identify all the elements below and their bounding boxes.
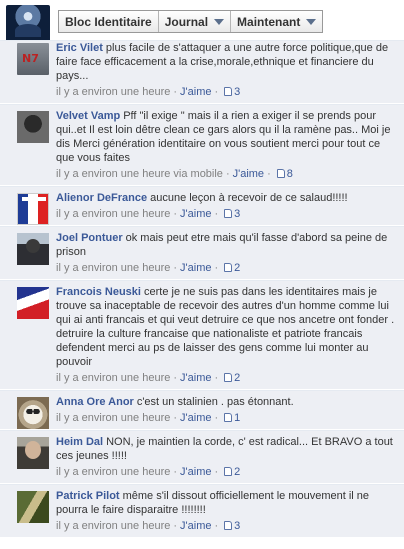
camouflage-icon[interactable] [17, 491, 49, 523]
comment-time[interactable]: il y a environ une heure via mobile [56, 168, 223, 180]
portrait-icon[interactable] [17, 437, 49, 469]
comment-time[interactable]: il y a environ une heure [56, 372, 170, 384]
comment-body: Joel Pontuer ok mais peut etre mais qu'il… [56, 231, 396, 259]
comment-body: Heim Dal NON, je maintien la corde, c' es… [56, 435, 396, 463]
comment-list: Eric Viletplus facile de s'attaquer a un… [0, 40, 404, 538]
thumbs-up-icon [224, 263, 233, 272]
comment-body: Velvet Vamp Pff "il exige " mais il a rie… [56, 109, 396, 165]
comment-time[interactable]: il y a environ une heure [56, 208, 170, 220]
like-link[interactable]: J'aime [180, 520, 211, 532]
comment-author[interactable]: Alienor DeFrance [56, 192, 147, 204]
comment-time[interactable]: il y a environ une heure [56, 86, 170, 98]
page-header: Bloc Identitaire Journal Maintenant [0, 0, 404, 44]
comment-item: Eric Viletplus facile de s'attaquer a un… [0, 40, 404, 104]
comment-author[interactable]: Heim Dal [56, 436, 103, 448]
comment-time[interactable]: il y a environ une heure [56, 262, 170, 274]
comment-item: Joel Pontuer ok mais peut etre mais qu'il… [0, 226, 404, 280]
comment-meta: il y a environ une heure · J'aime · 3 [56, 520, 241, 532]
comment-text: NON, je maintien la corde, c' est radica… [56, 436, 393, 462]
like-count[interactable]: 2 [224, 372, 240, 384]
chevron-down-icon [306, 18, 317, 25]
page-profile-picture[interactable] [6, 5, 50, 43]
owl-icon[interactable] [17, 397, 49, 429]
like-count[interactable]: 8 [276, 168, 293, 180]
comment-text: certe je ne suis pas dans les identitair… [56, 286, 395, 368]
comment-meta: il y a environ une heure · J'aime · 3 [56, 86, 241, 98]
comment-time[interactable]: il y a environ une heure [56, 466, 170, 478]
thumbs-up-icon [224, 373, 233, 382]
comment-meta: il y a environ une heure · J'aime · 2 [56, 466, 241, 478]
like-count[interactable]: 2 [224, 262, 240, 274]
like-link[interactable]: J'aime [180, 412, 211, 424]
like-count[interactable]: 3 [224, 208, 240, 220]
n7-icon[interactable] [17, 43, 49, 75]
comment-meta: il y a environ une heure · J'aime · 2 [56, 372, 241, 384]
thumbs-up-icon [224, 209, 233, 218]
comment-author[interactable]: Francois Neuski [56, 286, 141, 298]
like-link[interactable]: J'aime [180, 466, 211, 478]
comment-author[interactable]: Patrick Pilot [56, 490, 120, 502]
comment-author[interactable]: Joel Pontuer [56, 232, 123, 244]
like-link[interactable]: J'aime [180, 262, 211, 274]
chevron-down-icon [214, 18, 225, 25]
comment-body: Patrick Pilot même s'il dissout officiell… [56, 489, 396, 517]
nav-maintenant-dropdown[interactable]: Maintenant [231, 11, 322, 32]
comment-body: Francois Neuski certe je ne suis pas dans… [56, 285, 396, 369]
comment-text: c'est un stalinien . pas étonnant. [136, 396, 294, 408]
comment-text: plus facile de s'attaquer a une autre fo… [56, 42, 389, 82]
nav-page-name[interactable]: Bloc Identitaire [59, 11, 159, 32]
like-link[interactable]: J'aime [180, 208, 211, 220]
comment-text: aucune leçon à recevoir de ce salaud!!!!… [150, 192, 348, 204]
comment-author[interactable]: Eric Vilet [56, 42, 103, 54]
comment-meta: il y a environ une heure · J'aime · 1 [56, 412, 241, 424]
like-link[interactable]: J'aime [180, 86, 211, 98]
nav-page-name-label: Bloc Identitaire [65, 14, 152, 29]
thumbs-up-icon [276, 169, 285, 178]
comment-author[interactable]: Velvet Vamp [56, 110, 120, 122]
comment-time[interactable]: il y a environ une heure [56, 520, 170, 532]
french-flag-icon[interactable] [17, 193, 49, 225]
thumbs-up-icon [224, 521, 233, 530]
comment-meta: il y a environ une heure · J'aime · 2 [56, 262, 241, 274]
nav-maintenant-label: Maintenant [237, 14, 301, 29]
like-link[interactable]: J'aime [233, 168, 264, 180]
comment-item: Velvet Vamp Pff "il exige " mais il a rie… [0, 104, 404, 186]
comment-meta: il y a environ une heure · J'aime · 3 [56, 208, 241, 220]
comment-item: Anna Ore Anor c'est un stalinien . pas ét… [0, 390, 404, 430]
comment-item: Patrick Pilot même s'il dissout officiell… [0, 484, 404, 538]
like-count[interactable]: 3 [224, 86, 240, 98]
comment-time[interactable]: il y a environ une heure [56, 412, 170, 424]
thumbs-up-icon [224, 87, 233, 96]
nav-journal-dropdown[interactable]: Journal [159, 11, 232, 32]
comment-author[interactable]: Anna Ore Anor [56, 396, 134, 408]
thumbs-up-icon [224, 413, 233, 422]
comment-body: Eric Vilet plus facile de s'attaquer a un… [56, 41, 396, 83]
comment-item: Alienor DeFrance aucune leçon à recevoir … [0, 186, 404, 226]
like-count[interactable]: 3 [224, 520, 240, 532]
like-link[interactable]: J'aime [180, 372, 211, 384]
like-count[interactable]: 1 [224, 412, 240, 424]
timeline-nav: Bloc Identitaire Journal Maintenant [58, 10, 324, 33]
comment-meta: il y a environ une heure via mobile · J'ai… [56, 168, 293, 180]
comment-body: Alienor DeFrance aucune leçon à recevoir … [56, 191, 396, 205]
nav-journal-label: Journal [164, 14, 209, 29]
thumbs-up-icon [224, 467, 233, 476]
soldier-icon[interactable] [17, 233, 49, 265]
vampire-icon[interactable] [17, 111, 49, 143]
comment-body: Anna Ore Anor c'est un stalinien . pas ét… [56, 395, 396, 409]
comment-item: Heim Dal NON, je maintien la corde, c' es… [0, 430, 404, 484]
waving-flag-icon[interactable] [17, 287, 49, 319]
comment-item: Francois Neuski certe je ne suis pas dans… [0, 280, 404, 390]
like-count[interactable]: 2 [224, 466, 240, 478]
